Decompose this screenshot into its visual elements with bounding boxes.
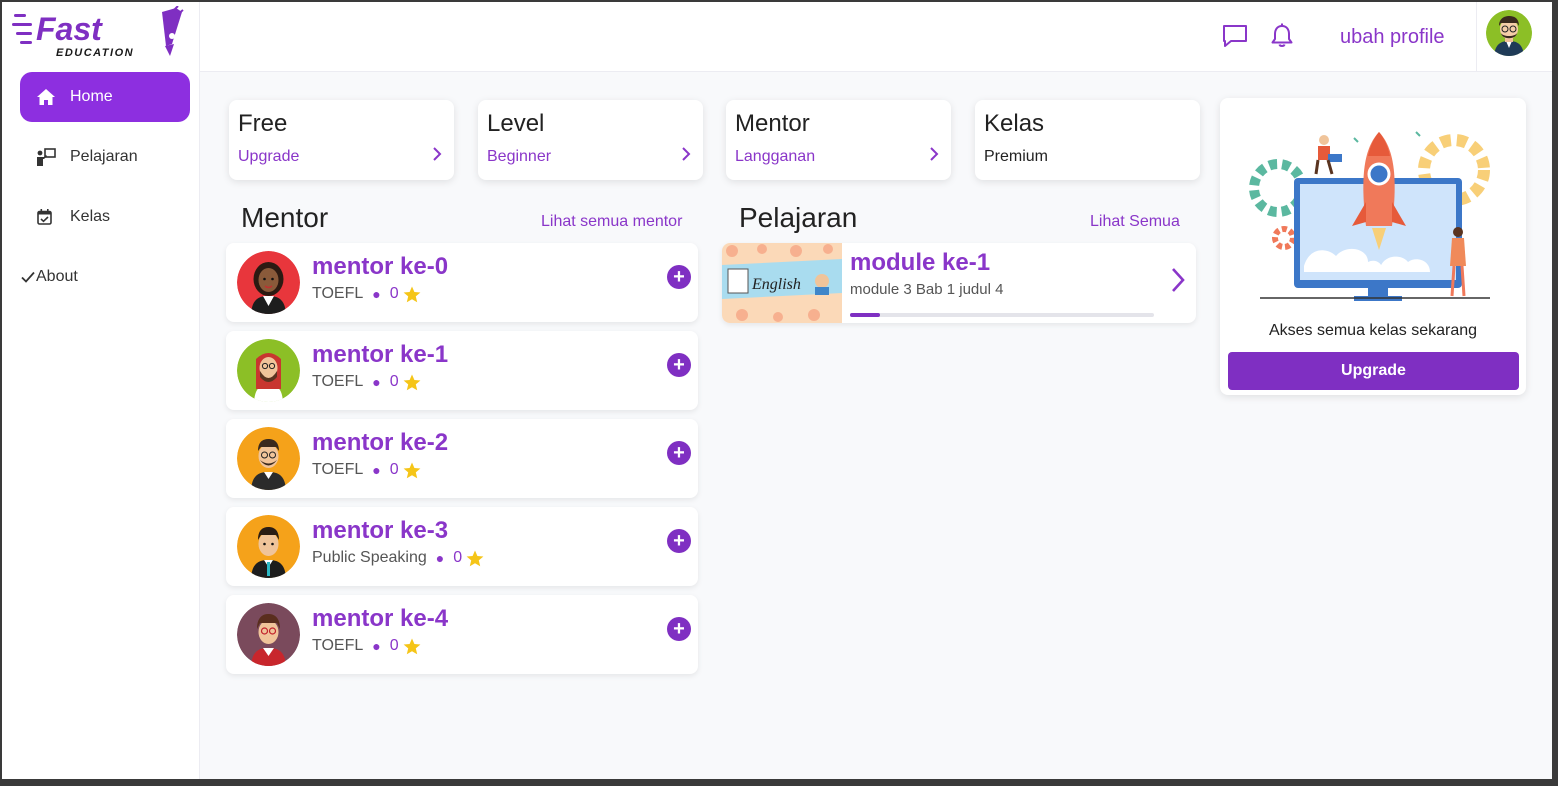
see-all-mentors-link[interactable]: Lihat semua mentor <box>541 213 682 231</box>
fast-education-logo[interactable]: Fast EDUCATION <box>12 5 188 62</box>
stat-card-mentor[interactable]: Mentor Langganan <box>726 100 951 180</box>
svg-text:EDUCATION: EDUCATION <box>56 47 134 59</box>
module-progress-bar <box>850 313 1154 317</box>
svg-text:Fast: Fast <box>36 11 103 47</box>
calendar-check-icon <box>34 207 54 227</box>
stat-card-plan[interactable]: Free Upgrade <box>229 100 454 180</box>
mentor-name: mentor ke-2 <box>312 429 449 456</box>
sidebar-item-label: Home <box>70 88 113 105</box>
separator-dot: ● <box>372 286 381 302</box>
chevron-right-icon[interactable] <box>679 146 693 162</box>
separator-dot: ● <box>372 638 381 654</box>
add-mentor-button[interactable]: + <box>667 529 691 553</box>
mentor-rating: 0 <box>389 373 399 390</box>
module-subtitle: module 3 Bab 1 judul 4 <box>850 281 1004 298</box>
stat-card-kelas: Kelas Premium <box>975 100 1200 180</box>
star-icon <box>403 374 421 390</box>
stat-title: Level <box>487 110 545 137</box>
sidebar: Fast EDUCATION Home Pelajaran Kelas Abou… <box>2 2 200 779</box>
mentor-avatar <box>237 515 300 578</box>
star-icon <box>466 550 484 566</box>
mentor-name: mentor ke-1 <box>312 341 449 368</box>
mentor-meta: TOEFL ● 0 <box>312 285 421 303</box>
mentor-subject: Public Speaking <box>312 549 427 566</box>
mentor-meta: TOEFL ● 0 <box>312 461 421 479</box>
rocket-launch-illustration <box>1244 116 1500 306</box>
module-progress-fill <box>850 313 881 317</box>
separator-dot: ● <box>435 550 445 566</box>
header-divider <box>1476 2 1477 72</box>
mentor-avatar <box>237 251 300 314</box>
mentor-name: mentor ke-3 <box>312 517 449 544</box>
stat-title: Mentor <box>735 110 810 137</box>
mentor-meta: Public Speaking ● 0 <box>312 549 484 567</box>
sidebar-item-home[interactable]: Home <box>20 72 190 122</box>
mentor-subject: TOEFL <box>312 637 364 654</box>
pelajaran-section-title: Pelajaran <box>739 202 858 233</box>
sidebar-item-label: Kelas <box>70 208 111 225</box>
mentor-avatar <box>237 427 300 490</box>
add-mentor-button[interactable]: + <box>667 353 691 377</box>
mentor-rating: 0 <box>389 461 399 478</box>
top-header: ubah profile <box>200 2 1552 72</box>
mentor-card[interactable]: mentor ke-2 TOEFL ● 0 + <box>226 419 698 498</box>
mentor-meta: TOEFL ● 0 <box>312 637 421 655</box>
stat-subtitle: Upgrade <box>238 148 300 165</box>
mentor-rating: 0 <box>389 637 399 654</box>
mentor-card[interactable]: mentor ke-0 TOEFL ● 0 + <box>226 243 698 322</box>
mentor-card[interactable]: mentor ke-1 TOEFL ● 0 + <box>226 331 698 410</box>
mentor-name: mentor ke-4 <box>312 605 449 632</box>
mentor-avatar <box>237 603 300 666</box>
module-title: module ke-1 <box>850 249 991 276</box>
add-mentor-button[interactable]: + <box>667 441 691 465</box>
svg-text:English: English <box>751 276 801 293</box>
chevron-right-icon[interactable] <box>430 146 444 162</box>
chevron-right-icon[interactable] <box>1170 267 1186 293</box>
mentor-section-title: Mentor <box>241 202 329 233</box>
stat-title: Kelas <box>984 110 1045 137</box>
edit-profile-link[interactable]: ubah profile <box>1340 26 1445 49</box>
teacher-board-icon <box>36 147 56 167</box>
star-icon <box>403 462 421 478</box>
upgrade-button[interactable]: Upgrade <box>1228 352 1519 390</box>
mentor-subject: TOEFL <box>312 285 364 302</box>
star-icon <box>403 286 421 302</box>
stat-title: Free <box>238 110 288 137</box>
sidebar-item-label: Pelajaran <box>70 148 138 165</box>
mentor-name: mentor ke-0 <box>312 253 449 280</box>
app-window: Fast EDUCATION Home Pelajaran Kelas Abou… <box>2 2 1552 779</box>
chevron-right-icon[interactable] <box>927 146 941 162</box>
upgrade-promo-card: Akses semua kelas sekarang Upgrade <box>1220 98 1526 395</box>
module-card[interactable]: English module ke-1 module 3 Bab 1 judul… <box>722 243 1196 323</box>
check-icon <box>20 267 36 287</box>
mentor-rating: 0 <box>389 285 399 302</box>
home-icon <box>36 87 56 107</box>
mentor-card[interactable]: mentor ke-3 Public Speaking ● 0 + <box>226 507 698 586</box>
mentor-subject: TOEFL <box>312 373 364 390</box>
mentor-meta: TOEFL ● 0 <box>312 373 421 391</box>
user-avatar[interactable] <box>1486 10 1532 56</box>
sidebar-item-pelajaran[interactable]: Pelajaran <box>20 132 190 182</box>
stat-subtitle: Premium <box>984 148 1049 165</box>
mentor-card[interactable]: mentor ke-4 TOEFL ● 0 + <box>226 595 698 674</box>
add-mentor-button[interactable]: + <box>667 617 691 641</box>
separator-dot: ● <box>372 462 381 478</box>
add-mentor-button[interactable]: + <box>667 265 691 289</box>
bell-icon[interactable] <box>1268 22 1296 50</box>
module-thumbnail: English <box>722 243 842 323</box>
stat-card-level[interactable]: Level Beginner <box>478 100 703 180</box>
stat-subtitle: Langganan <box>735 148 816 165</box>
star-icon <box>403 638 421 654</box>
chat-icon[interactable] <box>1221 22 1249 50</box>
sidebar-item-label: About <box>36 268 78 285</box>
sidebar-item-about[interactable]: About <box>20 252 190 302</box>
mentor-subject: TOEFL <box>312 461 364 478</box>
mentor-rating: 0 <box>453 549 463 566</box>
stat-subtitle: Beginner <box>487 148 552 165</box>
separator-dot: ● <box>372 374 381 390</box>
see-all-lessons-link[interactable]: Lihat Semua <box>1090 213 1180 231</box>
mentor-avatar <box>237 339 300 402</box>
sidebar-item-kelas[interactable]: Kelas <box>20 192 190 242</box>
promo-text: Akses semua kelas sekarang <box>1268 322 1478 339</box>
